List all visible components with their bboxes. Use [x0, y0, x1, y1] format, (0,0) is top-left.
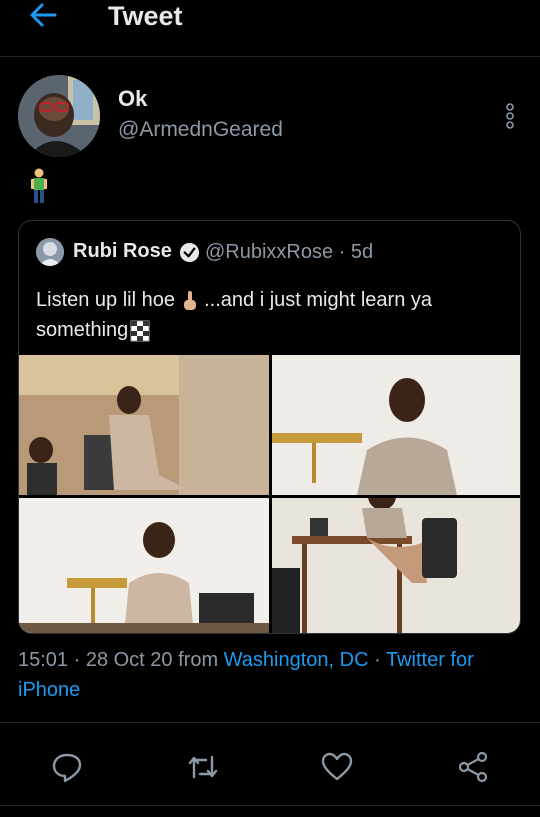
author-handle[interactable]: @ArmednGeared — [118, 118, 283, 142]
more-options-icon[interactable] — [503, 103, 517, 129]
pointing-up-emoji-icon — [183, 290, 196, 310]
timestamp: 15:01 · 28 Oct 20 from — [18, 649, 224, 671]
media-photo-4[interactable] — [272, 498, 520, 633]
media-photo-3[interactable] — [19, 498, 269, 633]
divider — [0, 722, 540, 723]
back-arrow-icon[interactable] — [28, 0, 58, 30]
top-bar: Tweet — [0, 0, 540, 57]
media-photo-1[interactable] — [19, 355, 269, 495]
quoted-text: Listen up lil hoe ...and i just might le… — [36, 285, 506, 345]
checkered-flag-emoji-icon — [130, 320, 150, 342]
reply-icon[interactable] — [50, 750, 84, 784]
verified-badge-icon — [179, 242, 200, 263]
quoted-avatar[interactable] — [36, 238, 64, 266]
retweet-icon[interactable] — [186, 750, 220, 784]
author-name[interactable]: Ok — [118, 86, 147, 112]
quoted-author-name[interactable]: Rubi Rose — [73, 240, 172, 263]
media-grid — [19, 355, 520, 633]
quoted-text-part1: Listen up lil hoe — [36, 289, 181, 311]
divider-bottom — [0, 805, 540, 806]
tweet-meta: 15:01 · 28 Oct 20 from Washington, DC · … — [18, 645, 518, 705]
quoted-tweet[interactable]: Rubi Rose @RubixxRose · 5d Listen up lil… — [18, 220, 521, 634]
like-icon[interactable] — [320, 750, 354, 784]
page-title: Tweet — [108, 1, 183, 31]
media-photo-2[interactable] — [272, 355, 520, 495]
standing-person-emoji-icon — [31, 168, 47, 203]
quoted-handle-time: @RubixxRose · 5d — [205, 241, 374, 263]
share-icon[interactable] — [456, 750, 490, 784]
avatar[interactable] — [18, 75, 100, 157]
meta-separator: · — [368, 649, 386, 671]
location-link[interactable]: Washington, DC — [224, 649, 369, 671]
